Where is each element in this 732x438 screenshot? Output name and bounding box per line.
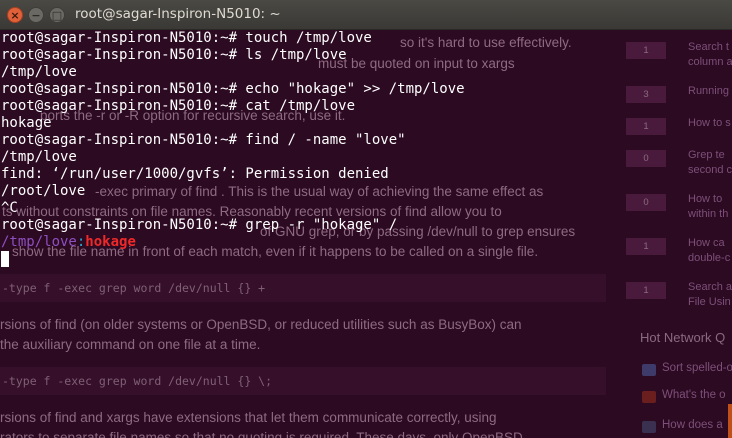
terminal-line: find: ‘/run/user/1000/gvfs’: Permission …	[1, 166, 389, 182]
terminal-line: root@sagar-Inspiron-N5010:~# grep -r "ho…	[1, 217, 398, 233]
background-text: the auxiliary command on one file at a t…	[0, 337, 261, 352]
background-code-text: -type f -exec grep word /dev/null {} +	[2, 281, 266, 295]
terminal-line: ^C	[1, 200, 18, 216]
terminal-area[interactable]: so it's hard to use effectively. must be…	[0, 30, 732, 438]
terminal-line: root@sagar-Inspiron-N5010:~# find / -nam…	[1, 132, 406, 148]
sidebar-question: 1 Search a File Usin	[612, 280, 732, 310]
terminal-line: root@sagar-Inspiron-N5010:~# echo "hokag…	[1, 81, 465, 97]
grep-result-filename: /tmp/love	[1, 234, 77, 250]
site-icon	[642, 364, 656, 376]
sidebar-question-text: Search a File Usin	[688, 281, 732, 308]
terminal-input-line[interactable]	[1, 251, 732, 268]
hot-network-questions-heading: Hot Network Q	[640, 330, 726, 345]
hot-question-item: Sort spelled-o	[662, 362, 732, 374]
window-title: root@sagar-Inspiron-N5010: ~	[75, 6, 281, 22]
minimize-window-button[interactable]: −	[28, 7, 44, 23]
terminal-line: /root/love	[1, 183, 86, 199]
close-window-button[interactable]: ×	[7, 7, 23, 23]
hot-question-item: How does a	[662, 419, 723, 431]
background-text: rsions of find and xargs have extensions…	[0, 410, 497, 425]
window-titlebar[interactable]: × − □ root@sagar-Inspiron-N5010: ~	[0, 0, 732, 30]
terminal-output: root@sagar-Inspiron-N5010:~# touch /tmp/…	[1, 30, 732, 268]
terminal-line: root@sagar-Inspiron-N5010:~# touch /tmp/…	[1, 30, 372, 46]
terminal-line: root@sagar-Inspiron-N5010:~# cat /tmp/lo…	[1, 98, 356, 114]
background-code-block: -type f -exec grep word /dev/null {} +	[0, 274, 606, 302]
site-icon	[642, 391, 656, 403]
maximize-window-button[interactable]: □	[49, 7, 65, 23]
terminal-line: root@sagar-Inspiron-N5010:~# ls /tmp/lov…	[1, 47, 347, 63]
terminal-line: hokage	[1, 115, 52, 131]
background-code-block: -type f -exec grep word /dev/null {} \;	[0, 367, 606, 395]
terminal-cursor	[1, 251, 9, 267]
background-text: rsions of find (on older systems or Open…	[0, 317, 522, 332]
vote-badge: 1	[626, 282, 666, 299]
site-icon	[642, 421, 656, 433]
grep-result-match: hokage	[85, 234, 136, 250]
terminal-line: /tmp/love	[1, 64, 77, 80]
terminal-line: /tmp/love	[1, 149, 77, 165]
background-code-text: -type f -exec grep word /dev/null {} \;	[2, 374, 273, 388]
notification-edge	[728, 404, 732, 438]
hot-question-item: What's the o	[662, 389, 726, 401]
background-text: rators to separate file names so that no…	[0, 430, 523, 438]
grep-result-line: /tmp/love:hokage	[1, 234, 732, 251]
